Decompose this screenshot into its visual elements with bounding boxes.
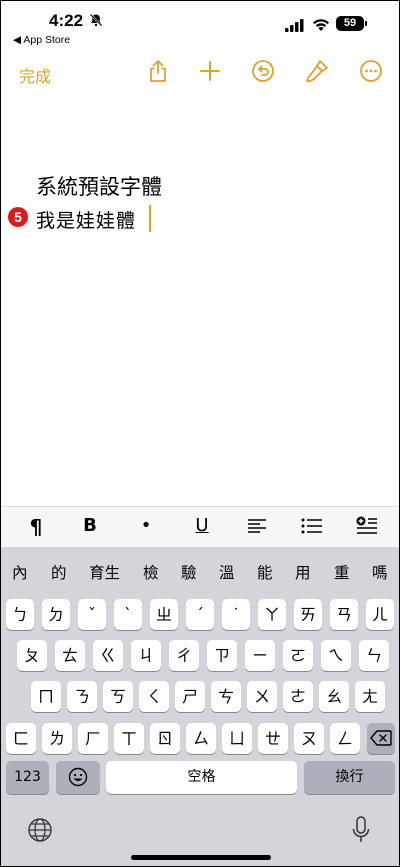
emoji-key[interactable]	[56, 761, 100, 794]
indent-add-icon[interactable]	[356, 516, 378, 536]
note-line-default-font[interactable]: 系統預設字體	[36, 171, 162, 201]
text-cursor	[149, 205, 151, 232]
key[interactable]: ㄇ	[31, 681, 61, 712]
key[interactable]: ㄒ	[114, 723, 144, 754]
key[interactable]: ㄝ	[258, 723, 288, 754]
return-key[interactable]: 換行	[304, 761, 395, 794]
candidate-word[interactable]: 檢	[143, 561, 159, 583]
key[interactable]: ㄙ	[186, 723, 216, 754]
emoji-icon	[68, 767, 88, 787]
candidate-word[interactable]: 重	[334, 561, 350, 583]
key[interactable]: ㄛ	[283, 640, 313, 671]
notes-app-screen: 4:22 ◀ App Store 59 完成 系統預設字體 5 我是娃娃體 ¶ …	[0, 0, 400, 867]
zhuyin-keyboard: ㄅ ㄉ ˇ ˋ ㄓ ˊ ˙ ㄚ ㄞ ㄢ ㄦ ㄆ ㄊ ㄍ ㄐ ㄔ ㄗ ㄧ ㄛ ㄟ …	[1, 593, 399, 866]
share-icon[interactable]	[146, 59, 170, 83]
delete-key[interactable]	[367, 723, 395, 754]
key[interactable]: ㄈ	[6, 723, 36, 754]
status-time: 4:22	[49, 11, 84, 30]
key[interactable]: ㄟ	[321, 640, 351, 671]
candidate-word[interactable]: 驗	[181, 561, 197, 583]
key[interactable]: ㄨ	[247, 681, 277, 712]
align-left-icon[interactable]	[247, 518, 267, 534]
key[interactable]: ㄓ	[150, 599, 178, 630]
key[interactable]: ㄐ	[131, 640, 161, 671]
candidate-word[interactable]: 能	[257, 561, 273, 583]
backspace-icon	[370, 730, 392, 746]
microphone-icon[interactable]	[351, 815, 371, 845]
key[interactable]: ˇ	[78, 599, 106, 630]
markup-brush-icon[interactable]	[305, 59, 329, 83]
key[interactable]: ㄋ	[67, 681, 97, 712]
key[interactable]: ㄊ	[55, 640, 85, 671]
key[interactable]: ㄏ	[78, 723, 108, 754]
battery-tip	[365, 21, 367, 26]
bold-button[interactable]: B	[75, 515, 105, 536]
globe-icon[interactable]	[27, 817, 53, 843]
add-icon[interactable]	[198, 59, 222, 83]
key[interactable]: ㄡ	[294, 723, 324, 754]
bullet-button[interactable]: •	[131, 515, 161, 536]
key[interactable]: ㄧ	[245, 640, 275, 671]
key[interactable]: ㄕ	[175, 681, 205, 712]
silent-bell-icon	[89, 13, 103, 27]
done-button[interactable]: 完成	[19, 63, 51, 87]
undo-icon[interactable]	[251, 59, 275, 83]
key[interactable]: ㄍ	[93, 640, 123, 671]
candidate-word[interactable]: 的	[51, 561, 67, 583]
bulleted-list-icon[interactable]	[301, 518, 323, 534]
key[interactable]: ˙	[222, 599, 250, 630]
candidate-word[interactable]: 溫	[219, 561, 235, 583]
candidate-word[interactable]: 內	[12, 561, 28, 583]
key[interactable]: ㄢ	[330, 599, 358, 630]
step-number-badge: 5	[8, 207, 28, 227]
key[interactable]: ㄘ	[211, 681, 241, 712]
key[interactable]: ㄣ	[359, 640, 389, 671]
key[interactable]: ㄗ	[207, 640, 237, 671]
key[interactable]: ㄖ	[150, 723, 180, 754]
underline-button[interactable]: U	[187, 515, 217, 536]
key[interactable]: ㄌ	[42, 723, 72, 754]
key[interactable]: ㄑ	[139, 681, 169, 712]
key[interactable]: ㄎ	[103, 681, 133, 712]
note-line-doll-font[interactable]: 我是娃娃體	[36, 206, 136, 233]
key[interactable]: ㄚ	[258, 599, 286, 630]
wifi-icon	[313, 19, 329, 31]
format-bar: ¶ B • U	[1, 506, 399, 547]
key[interactable]: ㄥ	[330, 723, 360, 754]
back-to-app-store-link[interactable]: ◀ App Store	[13, 34, 70, 46]
candidate-word[interactable]: 育生	[89, 561, 120, 583]
paragraph-style-button[interactable]: ¶	[21, 515, 51, 539]
candidate-bar: 內 的 育生 檢 驗 溫 能 用 重 嗎	[1, 547, 399, 593]
candidate-word[interactable]: 嗎	[372, 561, 388, 583]
battery-indicator: 59	[336, 16, 364, 31]
numbers-key[interactable]: 123	[6, 761, 49, 794]
candidate-word[interactable]: 用	[295, 561, 311, 583]
key[interactable]: ㄠ	[319, 681, 349, 712]
home-indicator[interactable]	[131, 855, 271, 860]
key[interactable]: ˋ	[114, 599, 142, 630]
key[interactable]: ㄅ	[6, 599, 34, 630]
key[interactable]: ㄦ	[366, 599, 394, 630]
key[interactable]: ㄉ	[42, 599, 70, 630]
key[interactable]: ㄔ	[169, 640, 199, 671]
space-key[interactable]: 空格	[106, 761, 297, 794]
more-icon[interactable]	[359, 59, 383, 83]
key[interactable]: ㄩ	[222, 723, 252, 754]
key[interactable]: ˊ	[186, 599, 214, 630]
key[interactable]: ㄜ	[283, 681, 313, 712]
key[interactable]: ㄆ	[17, 640, 47, 671]
cellular-signal-icon	[285, 19, 304, 32]
key[interactable]: ㄤ	[355, 681, 385, 712]
key[interactable]: ㄞ	[294, 599, 322, 630]
